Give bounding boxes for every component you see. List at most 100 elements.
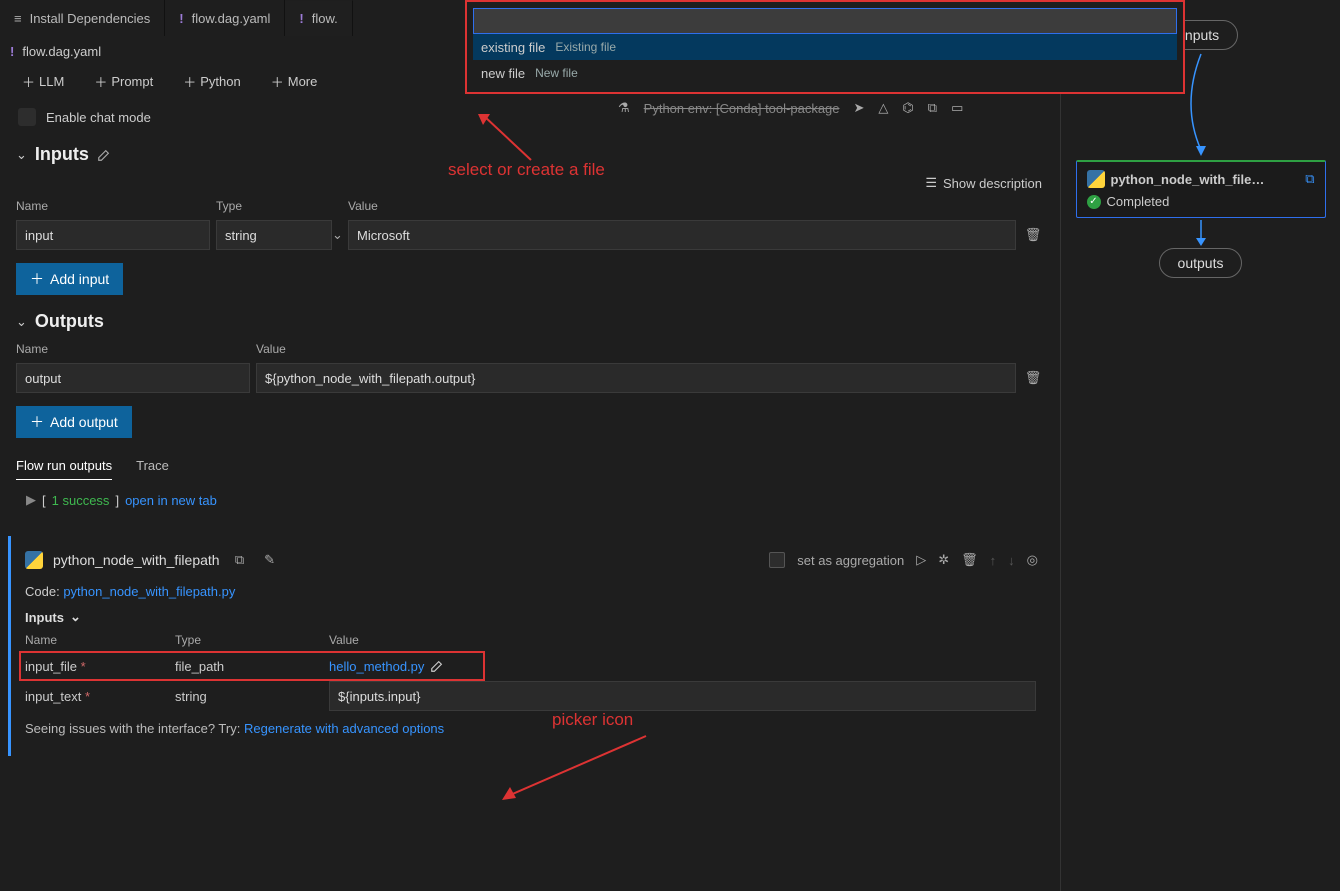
graph-node-python[interactable]: python_node_with_file… ⧉ ✓ Completed [1076,160,1326,218]
tab-label: Install Dependencies [30,11,151,26]
col-name: Name [16,342,256,356]
palette-option-new[interactable]: new file New file [473,60,1177,86]
python-env-label: Python env: [Conda] tool-package [644,101,840,116]
regenerate-link[interactable]: Regenerate with advanced options [244,721,444,736]
add-python-button[interactable]: ＋Python [177,70,247,93]
param-type: string [175,689,329,704]
aggregation-label: set as aggregation [797,553,904,568]
target-icon[interactable]: ◎ [1027,552,1038,568]
input-value-field[interactable] [348,220,1016,250]
add-more-button[interactable]: ＋More [265,70,324,93]
plus-icon: ＋ [271,72,284,91]
node-tools: set as aggregation ▷ ✲ 🗑 ↑ ↓ ◎ [769,552,1038,568]
trash-icon[interactable]: 🗑 [961,552,978,568]
aggregation-checkbox[interactable] [769,552,785,568]
graph-node-outputs[interactable]: outputs [1159,248,1243,278]
arrow-up-icon[interactable]: ↑ [990,553,997,568]
file-picker-palette: existing file Existing file new file New… [465,0,1185,94]
graph-node-title: python_node_with_file… [1111,172,1265,187]
check-icon: ✓ [1087,195,1101,209]
yaml-icon: ! [179,11,183,26]
add-input-button[interactable]: ＋ Add input [16,263,123,295]
output-name-field[interactable] [16,363,250,393]
add-output-button[interactable]: ＋ Add output [16,406,132,438]
triangle-right-icon[interactable]: ▶ [26,492,36,508]
output-row: 🗑 [0,360,1060,396]
option-label: new file [481,66,525,81]
inputs-columns: Name Type Value [0,195,1060,217]
arrow-down-icon[interactable]: ↓ [1008,553,1015,568]
param-name: input_text [25,689,81,704]
code-file-link[interactable]: python_node_with_filepath.py [63,584,235,599]
enable-chat-label: Enable chat mode [46,110,151,125]
bug-icon[interactable]: ⌬ [902,100,913,116]
graph-pane: inputs python_node_with_file… ⧉ ✓ Comple… [1060,0,1340,891]
filename-label: flow.dag.yaml [22,44,101,59]
tab-trace[interactable]: Trace [136,458,169,480]
open-in-new-tab-link[interactable]: open in new tab [125,493,217,508]
copy-icon[interactable]: ⧉ [230,550,250,570]
required-star: * [81,689,90,704]
chevron-down-icon: ⌄ [16,147,27,163]
palette-input[interactable] [473,8,1177,34]
delete-icon[interactable]: 🗑 [1022,227,1044,243]
plus-icon: ＋ [30,412,44,432]
param-columns: Name Type Value [25,629,1038,651]
inputs-section-header[interactable]: ⌄ Inputs [0,138,1060,171]
input-type-field[interactable] [216,220,332,250]
option-label: existing file [481,40,545,55]
link-icon[interactable]: ⧉ [1305,171,1314,187]
param-value-field[interactable] [329,681,1036,711]
delete-icon[interactable]: 🗑 [1022,370,1044,386]
required-star: * [77,659,86,674]
node-inputs-header[interactable]: Inputs ⌄ [25,605,1038,629]
beaker-icon: ⚗ [618,100,630,116]
env-toolbar: ⚗ Python env: [Conda] tool-package ➤ △ ⌬… [618,100,963,116]
tab-label: flow. [312,11,338,26]
tab-flow-active[interactable]: ! flow. [285,0,352,36]
col-value: Value [256,342,1044,356]
add-llm-button[interactable]: ＋LLM [16,70,70,93]
palette-option-existing[interactable]: existing file Existing file [473,34,1177,60]
save-icon[interactable]: ▭ [951,100,963,116]
issues-line: Seeing issues with the interface? Try: R… [25,711,1038,746]
input-name-field[interactable] [16,220,210,250]
add-prompt-button[interactable]: ＋Prompt [88,70,159,93]
tab-flow-run-outputs[interactable]: Flow run outputs [16,458,112,480]
param-row-input-text: input_text * string [25,681,1038,711]
play-icon[interactable]: ▷ [916,552,926,568]
yaml-icon: ! [299,11,303,26]
node-card: python_node_with_filepath ⧉ ✎ set as agg… [8,536,1052,756]
show-description-toggle[interactable]: ☰ Show description [0,171,1060,195]
picker-icon[interactable] [430,659,444,673]
outputs-title: Outputs [35,311,104,332]
success-count: 1 success [52,493,110,508]
edit-icon[interactable] [97,148,111,162]
chevron-down-icon[interactable]: ⌄ [332,227,343,243]
code-line: Code: python_node_with_filepath.py [25,574,1038,605]
gear-run-icon[interactable]: ✲ [938,552,949,568]
yaml-icon: ! [10,44,14,59]
output-value-field[interactable] [256,363,1016,393]
device-icon[interactable]: ⧉ [928,100,937,116]
param-type: file_path [175,659,329,674]
param-row-input-file: input_file * file_path hello_method.py [19,651,485,681]
run-subtabs: Flow run outputs Trace [0,448,1060,480]
tab-flow-dag[interactable]: ! flow.dag.yaml [165,0,285,36]
outputs-section-header[interactable]: ⌄ Outputs [0,305,1060,338]
chevron-down-icon: ⌄ [70,609,81,625]
tab-install-deps[interactable]: ≡ Install Dependencies [0,0,165,36]
option-hint: Existing file [555,40,616,54]
enable-chat-checkbox[interactable] [18,108,36,126]
python-icon [25,551,43,569]
python-icon [1087,170,1105,188]
warning-icon[interactable]: △ [878,100,888,116]
arrow-down-icon [1191,218,1211,248]
edit-icon[interactable]: ✎ [260,550,280,570]
param-name: input_file [25,659,77,674]
completed-label: Completed [1107,194,1170,209]
param-value-link[interactable]: hello_method.py [329,659,424,674]
run-result-line: ▶ [ 1 success ] open in new tab [0,480,1060,520]
plus-icon: ＋ [22,72,35,91]
send-icon[interactable]: ➤ [854,100,865,116]
